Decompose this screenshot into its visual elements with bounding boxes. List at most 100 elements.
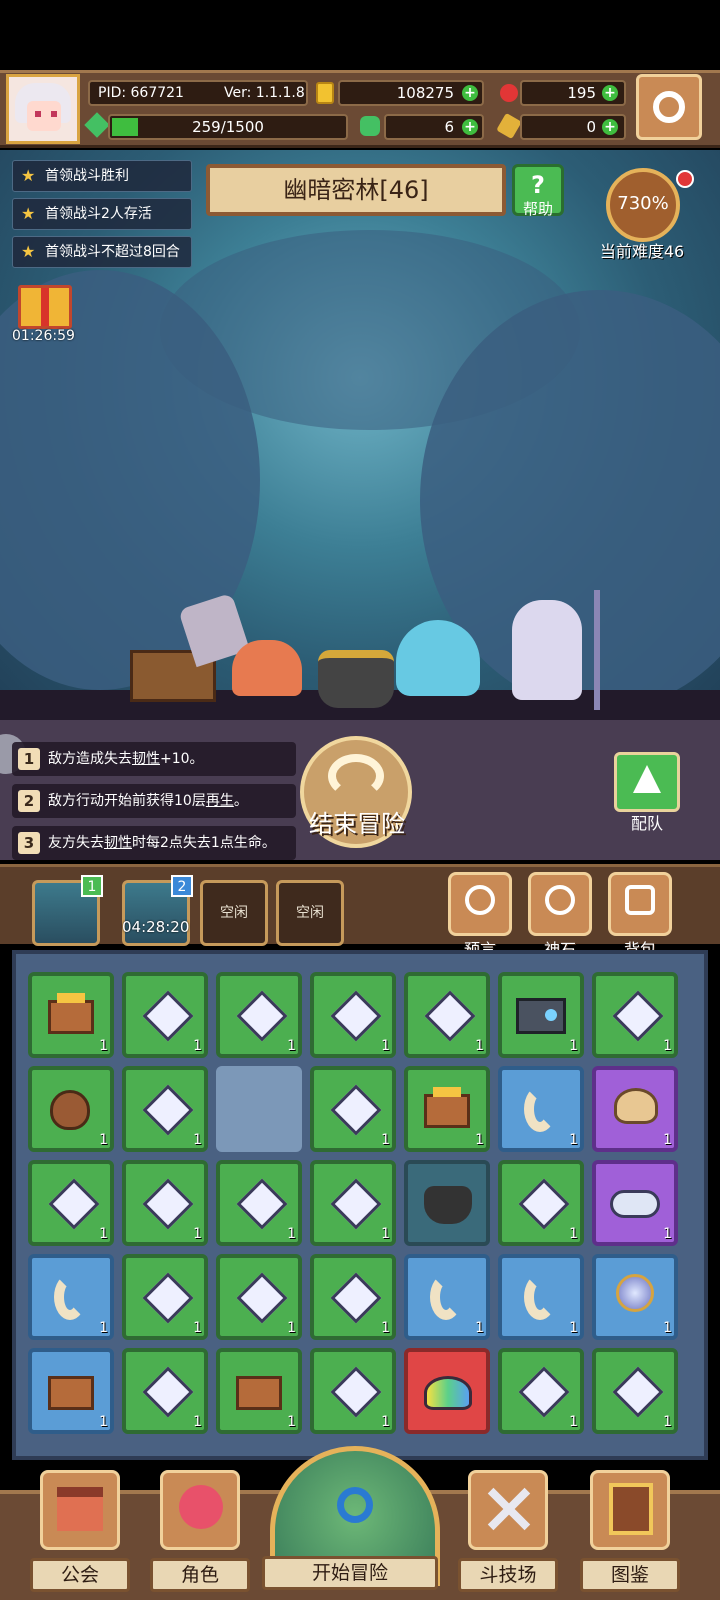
- item-count: 1: [193, 1320, 202, 1336]
- worm-icon: [524, 1274, 556, 1320]
- player-avatar[interactable]: [6, 74, 80, 144]
- crystal-icon: [236, 1272, 288, 1324]
- gold-coin-icon: [316, 82, 334, 104]
- nav-arena-button[interactable]: [468, 1470, 548, 1550]
- wooden-chest-icon: [236, 1376, 282, 1410]
- item-crystal[interactable]: 1: [122, 1348, 208, 1434]
- rule-keyword[interactable]: 韧性: [104, 835, 132, 851]
- crystal-orb-icon: [616, 1274, 654, 1312]
- item-crystal[interactable]: 1: [498, 1348, 584, 1434]
- gem-amount: 195: [567, 84, 596, 102]
- crystal-icon: [518, 1366, 570, 1418]
- item-count: 1: [99, 1226, 108, 1242]
- expedition-slot-1[interactable]: 1: [32, 875, 103, 946]
- nav-character-button[interactable]: [160, 1470, 240, 1550]
- item-count: 1: [381, 1226, 390, 1242]
- add-gems-button[interactable]: +: [602, 85, 618, 101]
- item-safe[interactable]: 1: [498, 972, 584, 1058]
- item-rainbow-slime[interactable]: [404, 1348, 490, 1434]
- rule-keyword[interactable]: 韧性: [132, 751, 160, 767]
- player-id: PID: 667721: [98, 85, 184, 101]
- crystal-icon: [612, 1366, 664, 1418]
- item-crystal[interactable]: 1: [216, 1160, 302, 1246]
- crystal-icon: [236, 990, 288, 1042]
- item-wooden-chest[interactable]: 1: [28, 1348, 114, 1434]
- difficulty-label: 当前难度46: [599, 242, 685, 261]
- gift-timer: 01:26:59: [12, 328, 75, 344]
- item-crystal[interactable]: 1: [122, 1254, 208, 1340]
- add-gold-button[interactable]: +: [462, 85, 478, 101]
- character-icon: [179, 1485, 223, 1529]
- crystal-icon: [48, 1178, 100, 1230]
- backpack-button[interactable]: [608, 872, 672, 936]
- item-crystal[interactable]: 1: [310, 1066, 396, 1152]
- item-treasure-chest[interactable]: 1: [404, 1066, 490, 1152]
- crystal-icon: [518, 1178, 570, 1230]
- nav-codex-label[interactable]: 图鉴: [580, 1558, 680, 1592]
- cloud-icon: [610, 1190, 660, 1218]
- item-crystal[interactable]: 1: [498, 1160, 584, 1246]
- nav-arena-label[interactable]: 斗技场: [458, 1558, 558, 1592]
- start-adventure-label[interactable]: 开始冒险: [262, 1556, 438, 1590]
- item-crystal[interactable]: 1: [592, 1348, 678, 1434]
- item-wooden-chest[interactable]: 1: [216, 1348, 302, 1434]
- item-count: 1: [287, 1226, 296, 1242]
- item-crystal[interactable]: 1: [122, 972, 208, 1058]
- item-crystal[interactable]: 1: [310, 1160, 396, 1246]
- item-count: 1: [193, 1226, 202, 1242]
- item-mushroom[interactable]: 1: [592, 1066, 678, 1152]
- item-crystal[interactable]: 1: [122, 1160, 208, 1246]
- gift-box-icon[interactable]: [18, 285, 72, 329]
- item-crystal[interactable]: 1: [404, 972, 490, 1058]
- nav-character-label[interactable]: 角色: [150, 1558, 250, 1592]
- item-count: 1: [381, 1414, 390, 1430]
- item-gold-pot[interactable]: [404, 1160, 490, 1246]
- expedition-slot-2[interactable]: 2: [122, 875, 193, 946]
- id-version-panel: PID: 667721 Ver: 1.1.1.8: [88, 80, 308, 106]
- item-crystal[interactable]: 1: [216, 972, 302, 1058]
- stage-title: 幽暗密林[46]: [206, 164, 506, 216]
- expedition-slot-4[interactable]: 空闲: [276, 880, 344, 946]
- rule-text: 友方失去: [48, 835, 104, 851]
- nav-codex-button[interactable]: [590, 1470, 670, 1550]
- item-worm[interactable]: 1: [498, 1066, 584, 1152]
- item-crystal[interactable]: 1: [310, 972, 396, 1058]
- nav-guild-label[interactable]: 公会: [30, 1558, 130, 1592]
- item-count: 1: [569, 1132, 578, 1148]
- settings-button[interactable]: [636, 74, 702, 140]
- rule-keyword[interactable]: 再生: [206, 793, 234, 809]
- item-cloud[interactable]: 1: [592, 1160, 678, 1246]
- item-crystal[interactable]: 1: [216, 1254, 302, 1340]
- item-crystal[interactable]: 1: [310, 1348, 396, 1434]
- difficulty-dial[interactable]: 730%: [606, 168, 680, 242]
- prophecy-button[interactable]: [448, 872, 512, 936]
- difficulty-percent: 730%: [617, 193, 669, 214]
- add-clover-button[interactable]: +: [462, 119, 478, 135]
- item-worm[interactable]: 1: [498, 1254, 584, 1340]
- item-count: 1: [475, 1132, 484, 1148]
- bunny-mage-hero: [512, 600, 582, 700]
- quest-boss-survivors: ★ 首领战斗2人存活: [12, 198, 192, 230]
- crystal-icon: [142, 990, 194, 1042]
- add-key-button[interactable]: +: [602, 119, 618, 135]
- item-treasure-chest[interactable]: 1: [28, 972, 114, 1058]
- item-crystal[interactable]: 1: [28, 1160, 114, 1246]
- item-count: 1: [193, 1038, 202, 1054]
- item-crystal[interactable]: 1: [592, 972, 678, 1058]
- item-crystal[interactable]: 1: [122, 1066, 208, 1152]
- slot-badge: 2: [171, 875, 193, 897]
- item-pouch[interactable]: 1: [28, 1066, 114, 1152]
- rule-text-end: 。: [233, 793, 248, 809]
- item-worm[interactable]: 1: [404, 1254, 490, 1340]
- item-crystal[interactable]: 1: [310, 1254, 396, 1340]
- item-crystal-orb[interactable]: 1: [592, 1254, 678, 1340]
- crystal-icon: [612, 990, 664, 1042]
- team-button[interactable]: [614, 752, 680, 812]
- rule-text-end: 时每2点失去1点生命。: [132, 835, 276, 851]
- end-adventure-label[interactable]: 结束冒险: [292, 804, 422, 839]
- god-stone-button[interactable]: [528, 872, 592, 936]
- empty-slot[interactable]: [216, 1066, 302, 1152]
- expedition-slot-3[interactable]: 空闲: [200, 880, 268, 946]
- item-worm[interactable]: 1: [28, 1254, 114, 1340]
- nav-guild-button[interactable]: [40, 1470, 120, 1550]
